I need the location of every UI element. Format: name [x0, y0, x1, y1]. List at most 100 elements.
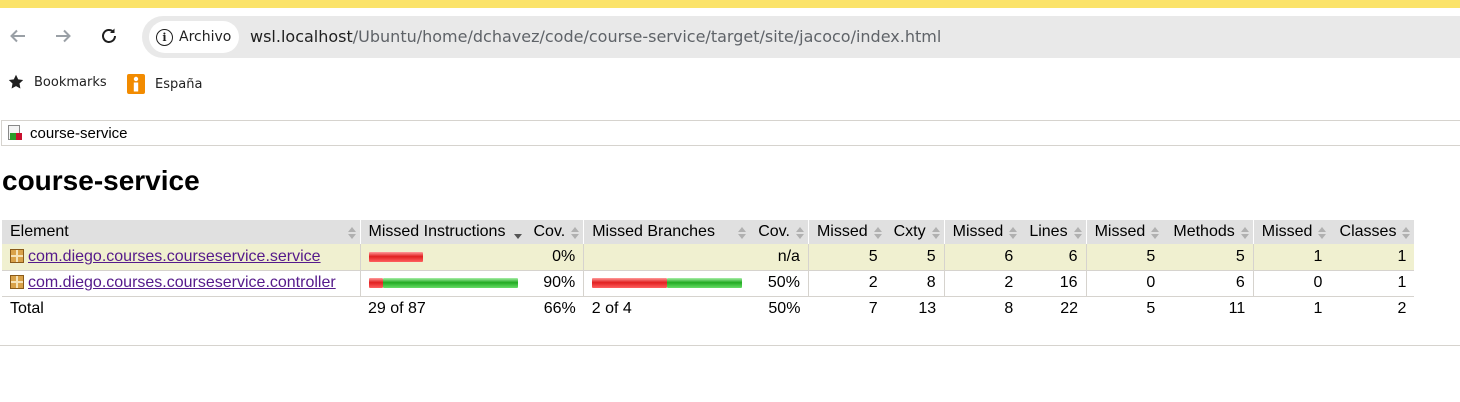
forward-arrow-icon [56, 29, 71, 43]
sort-icon [1073, 227, 1082, 239]
col-element[interactable]: Element [2, 220, 360, 244]
header-label: Missed [952, 223, 1004, 240]
cxty-cell: 5 [885, 244, 945, 271]
sort-icon [1151, 227, 1160, 239]
instr-bar-cell [359, 244, 526, 271]
total-missed-instructions: 29 of 87 [368, 300, 426, 318]
col-cxty-missed[interactable]: Missed [807, 220, 886, 244]
branch-cov-cell: n/a [750, 244, 809, 271]
total-label: Total [10, 300, 44, 318]
bookmark-item-bookmarks[interactable]: Bookmarks [8, 74, 107, 90]
instr-cov-cell: 0% [525, 244, 584, 271]
col-cxty[interactable]: Cxty [885, 220, 945, 244]
table-header-row: Element Missed Instructions Cov. Missed … [2, 220, 1415, 244]
branch-bar-cell [583, 244, 751, 271]
cxty-missed-cell: 2 [807, 270, 886, 297]
package-icon [10, 248, 24, 263]
breadcrumb-label: course-service [30, 124, 128, 142]
reload-icon [102, 28, 116, 43]
branch-bar-cell [583, 270, 751, 297]
page-title: course-service [2, 165, 200, 196]
cxty-cell: 8 [885, 270, 945, 297]
info-brand-icon [127, 74, 145, 94]
col-lines-missed[interactable]: Missed [943, 220, 1022, 244]
methods-missed-cell: 5 [1085, 244, 1164, 271]
header-label: Cov. [533, 223, 566, 240]
classes-cell: 1 [1330, 270, 1415, 297]
info-icon: i [156, 28, 173, 46]
col-classes-missed[interactable]: Missed [1252, 220, 1331, 244]
table-row: com.diego.courses.courseservice.service … [2, 244, 1415, 271]
header-label: Cov. [758, 223, 790, 240]
sort-icon [738, 227, 747, 239]
header-label: Missed [816, 223, 868, 240]
col-methods[interactable]: Methods [1163, 220, 1254, 244]
col-lines[interactable]: Lines [1021, 220, 1087, 244]
browser-toolbar: i Archivo wsl.localhost/Ubuntu/home/dcha… [0, 8, 1460, 66]
bookmark-label: España [155, 76, 203, 92]
total-cxty: 13 [918, 300, 937, 318]
header-label: Cxty [893, 223, 926, 240]
site-info-label: Archivo [179, 29, 232, 45]
sort-icon [873, 227, 882, 239]
table-row: com.diego.courses.courseservice.controll… [2, 270, 1415, 297]
instr-cov-cell: 90% [525, 270, 584, 297]
header-label: Missed [1094, 223, 1146, 240]
branch-cov-cell: 50% [750, 270, 809, 297]
total-classes-missed: 1 [1313, 300, 1323, 318]
missed-instructions-bar [368, 277, 383, 288]
reload-button[interactable] [95, 22, 123, 50]
header-label: Missed [1261, 223, 1313, 240]
classes-missed-cell: 1 [1252, 244, 1331, 271]
report-icon [8, 125, 24, 141]
element-cell: com.diego.courses.courseservice.controll… [2, 270, 360, 297]
classes-cell: 1 [1330, 244, 1415, 271]
sort-icon [571, 227, 580, 239]
sort-icon [1240, 227, 1249, 239]
total-lines-missed: 8 [1004, 300, 1014, 318]
header-label: Classes [1339, 223, 1397, 240]
total-row: Total 29 of 87 66% 2 of 4 50% 7 13 8 22 … [2, 296, 1414, 322]
total-methods-missed: 5 [1146, 300, 1156, 318]
total-missed-branches: 2 of 4 [591, 300, 632, 318]
total-lines: 22 [1060, 300, 1079, 318]
url-text[interactable]: wsl.localhost/Ubuntu/home/dchavez/code/c… [250, 27, 941, 46]
footer-divider [0, 345, 1460, 346]
covered-instructions-bar [382, 277, 518, 288]
methods-cell: 5 [1163, 244, 1254, 271]
site-info-chip[interactable]: i Archivo [149, 21, 239, 53]
sort-icon [1318, 227, 1327, 239]
col-missed-instructions[interactable]: Missed Instructions [359, 220, 526, 244]
star-icon [8, 74, 24, 89]
forward-button[interactable] [49, 22, 77, 50]
bookmark-label: Bookmarks [34, 74, 107, 90]
lines-cell: 16 [1021, 270, 1087, 297]
lines-missed-cell: 6 [943, 244, 1022, 271]
bookmark-item-espana[interactable]: España [127, 74, 202, 94]
col-branch-cov[interactable]: Cov. [750, 220, 809, 244]
header-label: Missed Branches [592, 223, 715, 240]
back-button[interactable] [4, 22, 32, 50]
package-icon [10, 275, 24, 289]
header-label: Methods [1173, 223, 1235, 240]
col-missed-branches[interactable]: Missed Branches [583, 220, 751, 244]
col-instr-cov[interactable]: Cov. [525, 220, 584, 244]
header-label: Missed Instructions [368, 223, 506, 240]
sort-icon [931, 227, 940, 239]
url-path: /Ubuntu/home/dchavez/code/course-service… [352, 27, 942, 46]
package-link[interactable]: com.diego.courses.courseservice.controll… [28, 274, 336, 291]
missed-branches-bar [592, 277, 668, 288]
back-arrow-icon [10, 29, 25, 43]
sort-icon [1402, 227, 1411, 239]
missed-instructions-bar [368, 251, 423, 262]
total-methods: 11 [1228, 300, 1246, 318]
breadcrumb: course-service [1, 120, 1460, 146]
total-branch-cov: 50% [768, 300, 801, 318]
package-link[interactable]: com.diego.courses.courseservice.service [28, 248, 321, 265]
methods-missed-cell: 0 [1085, 270, 1164, 297]
col-classes[interactable]: Classes [1330, 220, 1415, 244]
browser-top-accent-bar [0, 0, 1460, 8]
col-methods-missed[interactable]: Missed [1085, 220, 1164, 244]
covered-branches-bar [667, 277, 743, 288]
address-bar[interactable]: i Archivo wsl.localhost/Ubuntu/home/dcha… [142, 16, 1460, 58]
